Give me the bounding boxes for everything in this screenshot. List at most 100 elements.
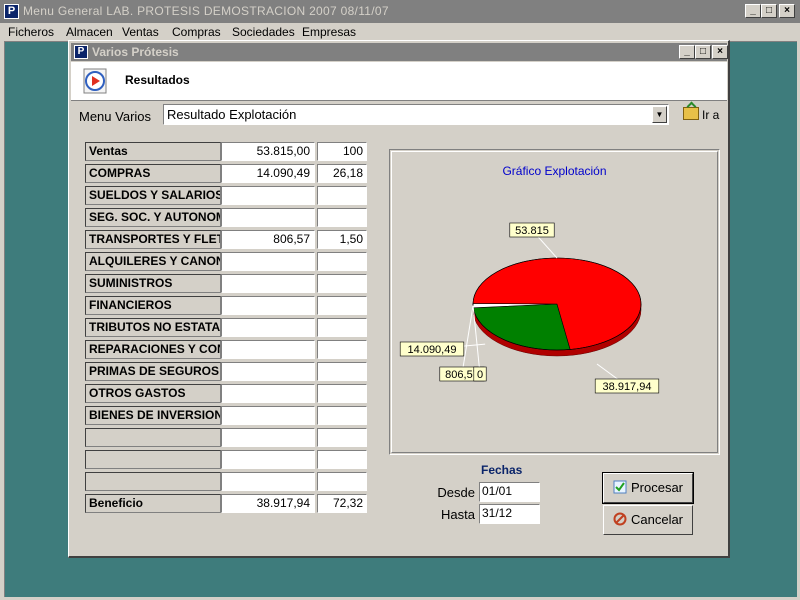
row-percent-field[interactable]: 72,32 [317, 494, 367, 513]
table-row [69, 450, 389, 469]
procesar-button[interactable]: Procesar [602, 472, 694, 504]
pie-chart: 53.81514.090,49806,57038.917,94 [399, 222, 660, 394]
cancel-icon [613, 512, 627, 526]
row-amount-field[interactable] [221, 274, 315, 293]
row-label: REPARACIONES Y CONSERVACION [85, 340, 221, 359]
menu-sociedades[interactable]: Sociedades [232, 25, 295, 39]
row-percent-field[interactable] [317, 406, 367, 425]
row-percent-field[interactable] [317, 186, 367, 205]
row-label: PRIMAS DE SEGUROS [85, 362, 221, 381]
row-amount-field[interactable] [221, 384, 315, 403]
row-amount-field[interactable]: 806,57 [221, 230, 315, 249]
row-amount-field[interactable] [221, 296, 315, 315]
row-label: Ventas [85, 142, 221, 161]
row-amount-field[interactable]: 53.815,00 [221, 142, 315, 161]
svg-text:53.815: 53.815 [515, 225, 549, 237]
fechas-title: Fechas [481, 463, 523, 477]
hasta-field[interactable]: 31/12 [479, 504, 540, 524]
row-label: SEG. SOC. Y AUTONOMOS [85, 208, 221, 227]
row-percent-field[interactable]: 1,50 [317, 230, 367, 249]
row-label [85, 428, 221, 447]
table-row [69, 472, 389, 491]
row-percent-field[interactable] [317, 384, 367, 403]
row-percent-field[interactable] [317, 472, 367, 491]
window-minimize-button[interactable]: _ [679, 45, 695, 59]
row-amount-field[interactable] [221, 450, 315, 469]
menu-varios-label: Menu Varios [79, 109, 152, 124]
row-percent-field[interactable]: 100 [317, 142, 367, 161]
window-maximize-button[interactable]: □ [695, 45, 711, 59]
row-amount-field[interactable] [221, 252, 315, 271]
row-amount-field[interactable] [221, 318, 315, 337]
row-label: COMPRAS [85, 164, 221, 183]
table-row: SUMINISTROS [69, 274, 389, 293]
procesar-label: Procesar [630, 480, 684, 495]
row-label: TRIBUTOS NO ESTATALES [85, 318, 221, 337]
app-title-bar: P Menu General LAB. PROTESIS DEMOSTRACIO… [0, 0, 800, 23]
pie-slice [472, 303, 571, 351]
row-amount-field[interactable] [221, 208, 315, 227]
row-label: TRANSPORTES Y FLETES [85, 230, 221, 249]
menu-ventas[interactable]: Ventas [122, 25, 159, 39]
maximize-button[interactable]: □ [761, 4, 777, 18]
menu-varios-value: Resultado Explotación [167, 107, 297, 122]
row-label: BIENES DE INVERSION [85, 406, 221, 425]
table-row: OTROS GASTOS [69, 384, 389, 403]
table-row: PRIMAS DE SEGUROS [69, 362, 389, 381]
close-button[interactable]: × [779, 4, 795, 18]
ir-a-button[interactable]: Ir a [683, 107, 719, 122]
pie-data-label: 38.917,94 [594, 378, 660, 394]
row-percent-field[interactable] [317, 340, 367, 359]
app-title: Menu General LAB. PROTESIS DEMOSTRACION … [23, 4, 389, 18]
header-panel: Resultados [71, 62, 727, 101]
table-row [69, 428, 389, 447]
table-row: Ventas 53.815,00 100 [69, 142, 389, 161]
menu-compras[interactable]: Compras [172, 25, 221, 39]
row-amount-field[interactable] [221, 362, 315, 381]
table-row: ALQUILERES Y CANONES [69, 252, 389, 271]
row-percent-field[interactable] [317, 296, 367, 315]
menu-varios-select[interactable]: Resultado Explotación ▼ [163, 104, 669, 125]
window-title: Varios Prótesis [92, 45, 179, 59]
table-row: COMPRAS 14.090,49 26,18 [69, 164, 389, 183]
row-percent-field[interactable] [317, 208, 367, 227]
chevron-down-icon[interactable]: ▼ [652, 106, 667, 123]
app-icon: P [4, 4, 19, 19]
hasta-label: Hasta [441, 507, 475, 522]
window-title-bar: P Varios Prótesis _ □ × [71, 43, 728, 61]
window-close-button[interactable]: × [712, 45, 728, 59]
menu-empresas[interactable]: Empresas [302, 25, 356, 39]
row-amount-field[interactable] [221, 428, 315, 447]
header-title: Resultados [125, 73, 190, 87]
cancelar-button[interactable]: Cancelar [603, 505, 693, 535]
table-row: BIENES DE INVERSION [69, 406, 389, 425]
row-amount-field[interactable] [221, 406, 315, 425]
row-percent-field[interactable] [317, 318, 367, 337]
chart-frame: Gráfico Explotación 53.815 14.090,49 806,5… [391, 151, 718, 453]
row-amount-field[interactable]: 38.917,94 [221, 494, 315, 513]
row-amount-field[interactable] [221, 186, 315, 205]
menu-almacen[interactable]: Almacen [66, 25, 113, 39]
row-amount-field[interactable]: 14.090,49 [221, 164, 315, 183]
row-label [85, 472, 221, 491]
row-percent-field[interactable] [317, 362, 367, 381]
desde-label: Desde [437, 485, 475, 500]
play-icon [83, 68, 107, 94]
table-row: Beneficio 38.917,94 72,32 [69, 494, 389, 513]
folder-icon [683, 107, 699, 120]
row-percent-field[interactable] [317, 252, 367, 271]
row-percent-field[interactable] [317, 274, 367, 293]
table-row: SEG. SOC. Y AUTONOMOS [69, 208, 389, 227]
svg-text:0: 0 [477, 369, 483, 381]
menu-ficheros[interactable]: Ficheros [8, 25, 54, 39]
row-amount-field[interactable] [221, 472, 315, 491]
menu-varios-row: Menu Varios Resultado Explotación ▼ Ir a [71, 101, 727, 129]
desde-field[interactable]: 01/01 [479, 482, 540, 502]
minimize-button[interactable]: _ [745, 4, 761, 18]
row-amount-field[interactable] [221, 340, 315, 359]
row-percent-field[interactable]: 26,18 [317, 164, 367, 183]
ir-a-label: Ir a [702, 108, 720, 122]
row-percent-field[interactable] [317, 428, 367, 447]
row-label: SUMINISTROS [85, 274, 221, 293]
row-percent-field[interactable] [317, 450, 367, 469]
